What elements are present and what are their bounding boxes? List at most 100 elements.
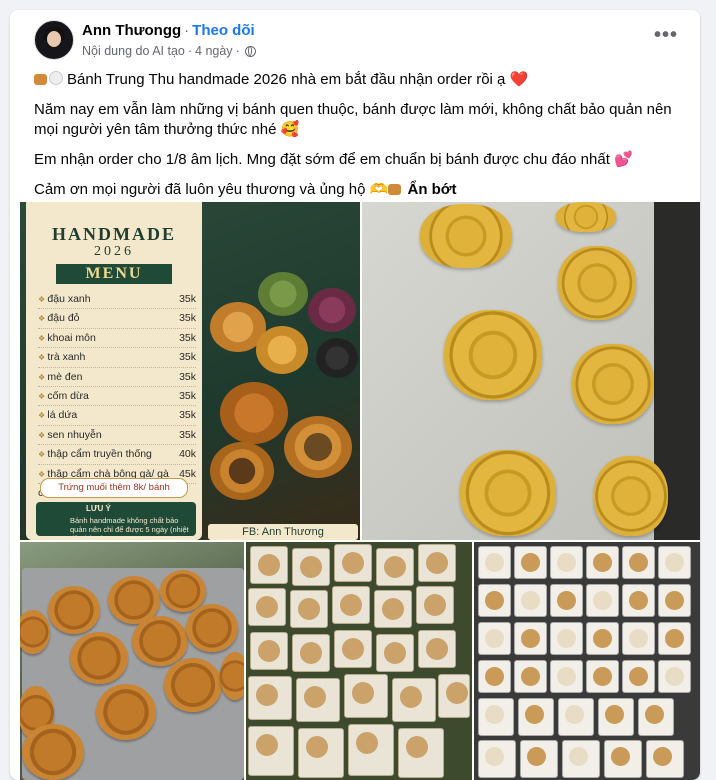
mooncake-illustration xyxy=(220,382,288,444)
packaged-mooncake xyxy=(438,674,470,718)
packaged-mooncakes-photo[interactable] xyxy=(246,542,472,780)
packaged-mooncake xyxy=(292,634,330,672)
poster-title: HANDMADE xyxy=(52,224,176,244)
baked-mooncakes-photo[interactable] xyxy=(20,542,244,780)
mooncake-emoji-icon xyxy=(388,184,402,195)
paragraph-1-text: Bánh Trung Thu handmade 2026 nhà em bắt … xyxy=(67,71,506,88)
packaged-mooncake xyxy=(550,622,583,655)
packaged-mooncake xyxy=(398,728,444,778)
smiling-hearts-emoji-icon: 🥰 xyxy=(280,121,300,138)
packaged-mooncake xyxy=(376,634,414,672)
baked-mooncake xyxy=(20,610,50,654)
menu-item-name: khoai môn xyxy=(38,329,95,347)
menu-item-price: 40k xyxy=(179,448,196,461)
author-name[interactable]: Ann Thưongg xyxy=(82,22,181,39)
packaged-mooncake xyxy=(586,622,619,655)
paragraph-3: Em nhận order cho 1/8 âm lịch. Mng đặt s… xyxy=(34,150,684,170)
packaged-mooncakes-photo-2[interactable] xyxy=(474,542,700,780)
packaged-mooncake xyxy=(478,584,511,617)
post-card: Ann Thưongg · Theo dõi Nội dung do AI tạo … xyxy=(10,10,700,780)
packaged-mooncake xyxy=(550,546,583,579)
packaged-mooncake xyxy=(374,590,412,628)
baked-mooncake xyxy=(220,652,244,700)
menu-item: đậu xanh 35k xyxy=(38,290,196,310)
packaged-mooncake xyxy=(622,660,655,693)
packaged-mooncake xyxy=(514,622,547,655)
packaged-mooncake xyxy=(478,740,516,778)
poster-year: 2026 xyxy=(94,244,134,259)
post-text: Bánh Trung Thu handmade 2026 nhà em bắt … xyxy=(34,70,684,210)
packaged-mooncake xyxy=(586,546,619,579)
packaged-mooncake xyxy=(478,546,511,579)
packaged-mooncake xyxy=(562,740,600,778)
post-header: Ann Thưongg · Theo dõi Nội dung do AI tạo … xyxy=(24,20,686,64)
packaged-mooncake xyxy=(622,584,655,617)
packaged-mooncake xyxy=(658,584,691,617)
more-options-icon[interactable]: ••• xyxy=(654,24,678,47)
packaged-mooncake xyxy=(514,660,547,693)
mooncake-emoji-icon xyxy=(34,74,47,85)
ai-content-label[interactable]: Nội dung do AI tạo xyxy=(82,44,185,58)
packaged-mooncake xyxy=(550,660,583,693)
menu-poster-photo[interactable]: HANDMADE 2026 MENU đậu xanh 35k đậu đỏ 35k… xyxy=(20,202,360,540)
menu-item: cốm dừa 35k xyxy=(38,387,196,407)
packaged-mooncake xyxy=(622,622,655,655)
packaged-mooncake xyxy=(558,698,594,736)
packaged-mooncake xyxy=(248,726,294,776)
note-box: LƯU Ý Bánh handmade không chất bảo quản … xyxy=(36,502,196,540)
packaged-mooncake xyxy=(334,544,372,582)
baked-mooncake xyxy=(164,658,222,712)
packaged-mooncake xyxy=(646,740,684,778)
paragraph-2: Năm nay em vẫn làm những vị bánh quen th… xyxy=(34,100,684,140)
mooncake-illustration xyxy=(316,338,358,378)
menu-item-name: thập cẩm truyền thống xyxy=(38,445,151,463)
globe-icon[interactable] xyxy=(244,45,256,57)
mooncake-illustration xyxy=(256,326,308,374)
menu-item-price: 35k xyxy=(179,370,196,383)
menu-item: đậu đỏ 35k xyxy=(38,309,196,329)
menu-item-price: 35k xyxy=(179,428,196,441)
mooncake-illustration xyxy=(284,416,352,478)
dough-photo[interactable] xyxy=(362,202,700,540)
menu-item: thập cẩm truyền thống 40k xyxy=(38,445,196,465)
mooncake-dough xyxy=(556,202,616,232)
mooncake-dough xyxy=(558,246,636,320)
mooncake-illustration xyxy=(210,442,274,500)
packaged-mooncake xyxy=(344,674,388,718)
packaged-mooncake xyxy=(416,586,454,624)
packaged-mooncake xyxy=(296,678,340,722)
meta-separator: · xyxy=(235,44,240,58)
follow-button[interactable]: Theo dõi xyxy=(192,22,255,39)
packaged-mooncake xyxy=(586,660,619,693)
mooncake-dough xyxy=(420,204,512,268)
menu-item-name: đậu đỏ xyxy=(38,309,79,327)
baked-mooncake xyxy=(70,632,128,684)
packaged-mooncake xyxy=(598,698,634,736)
packaged-mooncake xyxy=(520,740,558,778)
see-less-link[interactable]: Ẩn bớt xyxy=(407,181,456,198)
mooncake-dough xyxy=(460,450,556,536)
menu-item: khoai môn 35k xyxy=(38,329,196,349)
menu-item-price: 35k xyxy=(179,293,196,305)
menu-item-name: sen nhuyễn xyxy=(38,426,101,444)
menu-item: sen nhuyễn 35k xyxy=(38,426,196,446)
salted-egg-note: Trứng muối thêm 8k/ bánh xyxy=(40,478,188,498)
menu-item-name: trà xanh xyxy=(38,348,85,366)
menu-item: lá dứa 35k xyxy=(38,406,196,426)
packaged-mooncake xyxy=(658,660,691,693)
packaged-mooncake xyxy=(478,698,514,736)
paragraph-1: Bánh Trung Thu handmade 2026 nhà em bắt … xyxy=(34,70,684,90)
post-time[interactable]: 4 ngày xyxy=(195,44,233,58)
packaged-mooncake xyxy=(638,698,674,736)
mooncake-illustration xyxy=(258,272,308,316)
mooncake-illustration xyxy=(308,288,356,332)
packaged-mooncake xyxy=(418,544,456,582)
packaged-mooncake xyxy=(348,724,394,776)
baked-mooncake xyxy=(22,724,84,780)
menu-list: đậu xanh 35k đậu đỏ 35k khoai môn 35k trà x… xyxy=(38,290,196,499)
packaged-mooncake xyxy=(376,548,414,586)
packaged-mooncake xyxy=(586,584,619,617)
facebook-label: FB: Ann Thương xyxy=(208,524,358,540)
baked-mooncake xyxy=(186,604,238,652)
avatar[interactable] xyxy=(34,20,74,60)
